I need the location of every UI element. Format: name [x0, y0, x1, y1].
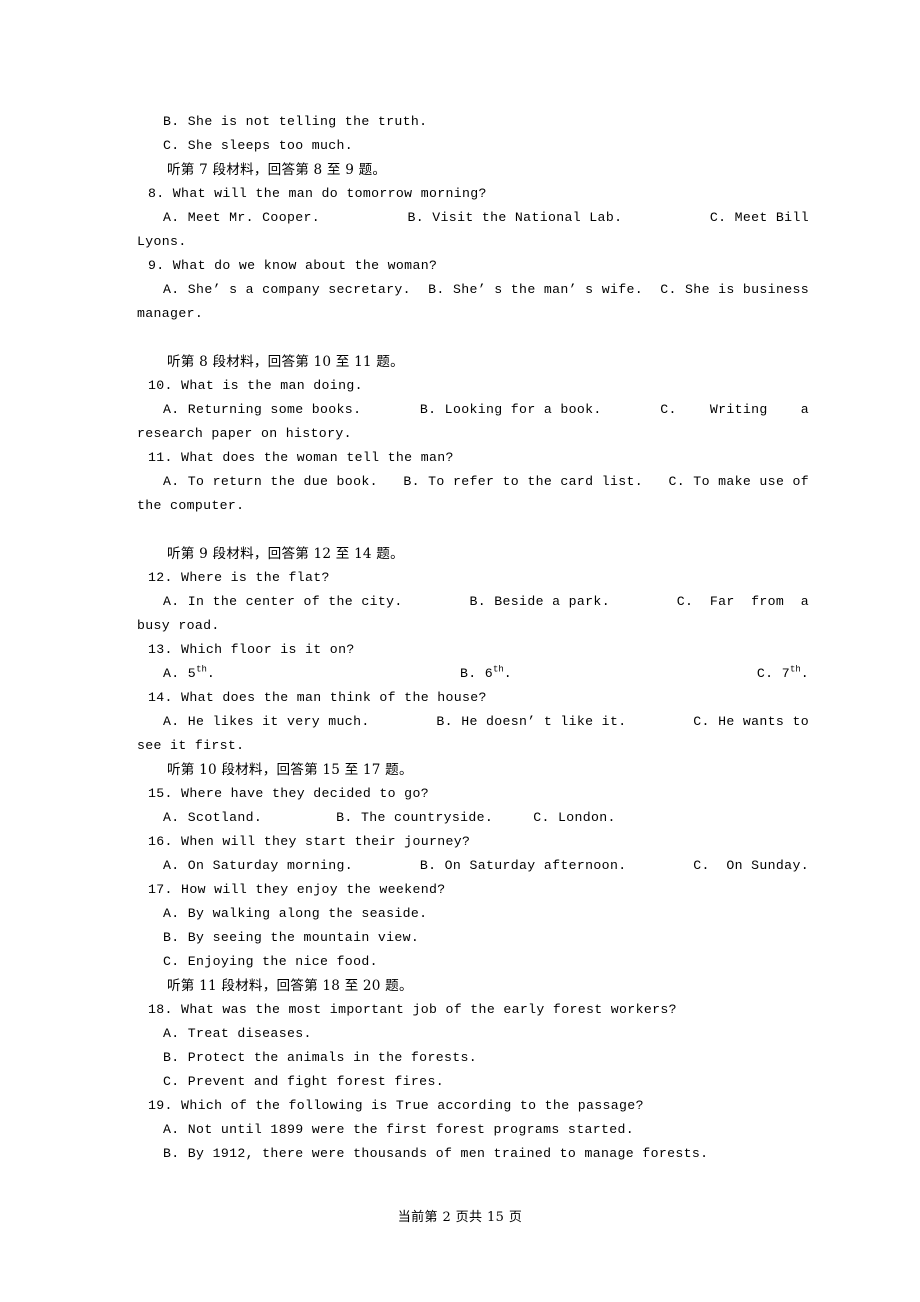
option-a: A. In the center of the city.: [163, 594, 403, 609]
option-a: A. Scotland.: [163, 810, 263, 825]
option-a-text: A. 5: [163, 666, 197, 681]
page-footer: 当前第 2 页共 15 页: [397, 1210, 523, 1225]
option-wrap-line: manager.: [137, 306, 204, 321]
option-row: A. He likes it very much. B. He doesn’ t…: [137, 710, 809, 734]
option-b: B. She’ s the man’ s wife.: [428, 282, 644, 297]
question-line: 9. What do we know about the woman?: [148, 258, 438, 273]
option-line: A. Not until 1899 were the first forest …: [163, 1122, 635, 1137]
option-row: A. On Saturday morning. B. On Saturday a…: [137, 854, 809, 878]
option-a: A. On Saturday morning.: [163, 858, 354, 873]
question-line: 18. What was the most important job of t…: [148, 1002, 677, 1017]
question-line: 11. What does the woman tell the man?: [148, 450, 454, 465]
option-line: B. Protect the animals in the forests.: [163, 1050, 478, 1065]
option-b: B. The countryside.: [336, 810, 494, 825]
listening-material-heading: 听第 8 段材料，回答第 10 至 11 题。: [167, 354, 404, 370]
option-c: C. Writing a: [660, 402, 809, 417]
option-line: C. Enjoying the nice food.: [163, 954, 378, 969]
option-c: C. On Sunday.: [693, 858, 809, 873]
option-line: B. She is not telling the truth.: [163, 114, 428, 129]
option-a-period: .: [206, 666, 216, 681]
option-c: C. Far from a: [676, 594, 809, 609]
option-b-text: B. 6: [459, 666, 494, 681]
question-line: 16. When will they start their journey?: [148, 834, 471, 849]
option-c: C. To make use of: [668, 474, 809, 489]
ordinal-suffix: th: [196, 664, 207, 675]
option-line: B. By 1912, there were thousands of men …: [163, 1146, 709, 1161]
option-c: C. 7th.: [757, 662, 809, 686]
option-row: A. In the center of the city. B. Beside …: [137, 590, 809, 614]
option-b: B. On Saturday afternoon.: [419, 858, 627, 873]
option-c-period: .: [800, 666, 809, 681]
question-line: 19. Which of the following is True accor…: [148, 1098, 644, 1113]
option-line: B. By seeing the mountain view.: [163, 930, 420, 945]
option-row: A. To return the due book. B. To refer t…: [137, 470, 809, 494]
option-c: C. Meet Bill: [709, 210, 809, 225]
option-b: B. He doesn’ t like it.: [436, 714, 627, 729]
option-a: A. Returning some books.: [163, 402, 362, 417]
option-c: C. He wants to: [693, 714, 809, 729]
listening-material-heading: 听第 10 段材料，回答第 15 至 17 题。: [167, 762, 413, 778]
option-row: A. 5th. B. 6th. C. 7th.: [137, 662, 809, 686]
option-line: A. Treat diseases.: [163, 1026, 312, 1041]
option-c: C. She is business: [660, 282, 809, 297]
option-wrap-line: busy road.: [137, 618, 220, 633]
exam-page: B. She is not telling the truth. C. She …: [0, 0, 920, 1302]
question-line: 15. Where have they decided to go?: [148, 786, 429, 801]
option-b: B. To refer to the card list.: [403, 474, 644, 489]
option-row: A. Scotland. B. The countryside. C. Lond…: [137, 806, 809, 830]
ordinal-suffix: th: [493, 664, 504, 675]
option-a: A. She’ s a company secretary.: [163, 282, 411, 297]
question-line: 12. Where is the flat?: [148, 570, 330, 585]
option-a: A. To return the due book.: [163, 474, 378, 489]
option-a: A. 5th.: [163, 662, 215, 686]
option-line: A. By walking along the seaside.: [163, 906, 428, 921]
option-a: A. He likes it very much.: [163, 714, 370, 729]
option-row: A. Meet Mr. Cooper. B. Visit the Nationa…: [137, 206, 809, 230]
option-line: C. Prevent and fight forest fires.: [163, 1074, 444, 1089]
option-c-text: C. 7: [756, 666, 790, 681]
option-wrap-line: the computer.: [137, 498, 245, 513]
question-line: 8. What will the man do tomorrow morning…: [148, 186, 487, 201]
option-row: A. Returning some books. B. Looking for …: [137, 398, 809, 422]
option-a: A. Meet Mr. Cooper.: [163, 210, 321, 225]
listening-material-heading: 听第 11 段材料，回答第 18 至 20 题。: [167, 978, 413, 994]
question-line: 13. Which floor is it on?: [148, 642, 355, 657]
option-line: C. She sleeps too much.: [163, 138, 354, 153]
option-b: B. Visit the National Lab.: [407, 210, 623, 225]
option-b: B. Looking for a book.: [419, 402, 602, 417]
option-c: C. London.: [533, 810, 616, 825]
listening-material-heading: 听第 7 段材料，回答第 8 至 9 题。: [167, 162, 387, 178]
option-wrap-line: see it first.: [137, 738, 245, 753]
option-wrap-line: Lyons.: [137, 234, 187, 249]
ordinal-suffix: th: [789, 664, 801, 675]
option-wrap-line: research paper on history.: [137, 426, 352, 441]
document-body: B. She is not telling the truth. C. She …: [137, 110, 809, 1166]
option-b: B. 6th.: [460, 662, 512, 686]
option-b-period: .: [503, 666, 513, 681]
question-line: 14. What does the man think of the house…: [148, 690, 487, 705]
option-row: A. She’ s a company secretary. B. She’ s…: [137, 278, 809, 302]
option-b: B. Beside a park.: [469, 594, 610, 609]
listening-material-heading: 听第 9 段材料，回答第 12 至 14 题。: [167, 546, 404, 562]
question-line: 10. What is the man doing.: [148, 378, 363, 393]
question-line: 17. How will they enjoy the weekend?: [148, 882, 446, 897]
